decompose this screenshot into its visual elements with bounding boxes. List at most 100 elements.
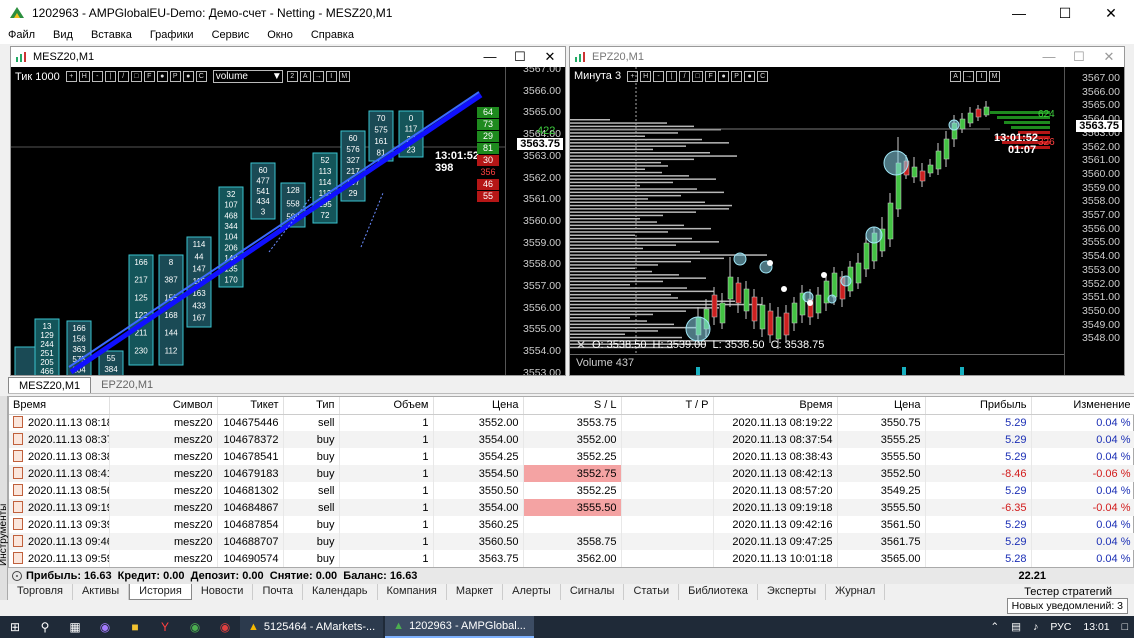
column-header[interactable]: Тип [283,397,340,415]
column-header[interactable]: Цена [837,397,926,415]
arrow-icon[interactable]: → [963,70,975,82]
menu-window[interactable]: Окно [267,29,293,41]
network-icon[interactable]: ▤ [1011,621,1021,633]
bracket-icon[interactable]: I [976,70,988,82]
toolbox-tab[interactable]: Сигналы [561,584,625,600]
auto-icon[interactable]: A [299,71,311,82]
toolbox-side-tab[interactable]: Инструменты [0,396,9,616]
menu-charts[interactable]: Графики [150,29,194,41]
circle-icon[interactable]: ● [718,70,730,82]
task-view-icon[interactable]: ▦ [60,616,90,638]
menu-view[interactable]: Вид [53,29,73,41]
start-icon[interactable]: ⊞ [0,616,30,638]
chrome-icon[interactable]: ◉ [180,616,210,638]
app-icon[interactable]: ◉ [90,616,120,638]
red-app-icon[interactable]: ◉ [210,616,240,638]
taskbar-item-ampglobal[interactable]: ▲ 1202963 - AMPGlobal... [385,616,534,638]
column-header[interactable]: Прибыль [925,397,1032,415]
rect-icon[interactable]: □ [692,70,704,82]
volume-subwindow[interactable]: Volume 437 [570,354,1064,375]
toolbox-tab[interactable]: Библиотека [679,584,758,600]
fibo-icon[interactable]: F [705,70,717,82]
chart-minimize-button[interactable]: — [475,47,505,67]
price-icon[interactable]: P [731,70,743,82]
candle-chart[interactable] [570,67,1064,375]
copy-icon[interactable]: C [757,70,769,82]
chart-maximize-button[interactable]: ☐ [1064,47,1094,67]
strategy-tester-tab[interactable]: Тестер стратегий [1024,586,1112,598]
clock[interactable]: 13:01 [1083,621,1109,633]
chart-close-button[interactable]: ✕ [535,47,565,67]
pin-icon[interactable]: ● [744,70,756,82]
arrow-icon[interactable]: → [312,71,324,82]
minus-icon[interactable]: - [91,71,103,82]
chart-window-epz20[interactable]: EPZ20,M1 — ☐ ✕ Минута 3 + H - | / □ F ● … [569,46,1125,376]
maximize-button[interactable]: ☐ [1042,0,1088,26]
column-header[interactable]: Символ [109,397,218,415]
collapse-icon[interactable]: - [12,571,22,581]
trend-icon[interactable]: / [679,70,691,82]
notification-badge[interactable]: Новых уведомлений: 3 [1006,598,1128,614]
table-row[interactable]: 2020.11.13 08:41:23 mesz20 104679183 buy 1 35… [9,465,1134,482]
menu-insert[interactable]: Вставка [91,29,132,41]
toolbox-tab[interactable]: Календарь [303,584,378,600]
close-button[interactable]: ✕ [1088,0,1134,26]
plus-icon[interactable]: + [65,71,77,82]
auto-icon[interactable]: A [950,70,962,82]
chart-tab-epz20[interactable]: EPZ20,M1 [91,377,163,393]
copy-icon[interactable]: C [195,71,207,82]
pin-icon[interactable]: ● [182,71,194,82]
tray-chevron-icon[interactable]: ⌃ [990,621,999,633]
plus-icon[interactable]: + [627,70,639,82]
price-axis[interactable]: 3567.003566.003565.003564.003563.003562.… [505,67,565,375]
toolbox-tab[interactable]: Журнал [826,584,886,600]
column-header[interactable]: T / P [621,397,714,415]
column-header[interactable]: S / L [523,397,622,415]
column-header[interactable]: Цена [433,397,524,415]
table-row[interactable]: 2020.11.13 08:37:23 mesz20 104678372 buy 1 35… [9,431,1134,448]
m-icon[interactable]: M [989,70,1001,82]
column-header[interactable]: Изменение [1031,397,1134,415]
table-row[interactable]: 2020.11.13 09:19:01 mesz20 104684867 sell 1 3… [9,499,1134,516]
toolbox-tab[interactable]: Компания [378,584,447,600]
taskbar-item-amarkets[interactable]: ▲ 5125464 - AMarkets-... [240,616,384,638]
column-header[interactable]: Объем [339,397,434,415]
chart-window-mesz20[interactable]: MESZ20,M1 — ☐ ✕ Тик 1000 + H - | / □ F ●… [10,46,566,376]
chart-maximize-button[interactable]: ☐ [505,47,535,67]
minimize-button[interactable]: — [996,0,1042,26]
circle-icon[interactable]: ● [156,71,168,82]
volume-icon[interactable]: ♪ [1033,621,1038,633]
toolbox-tab[interactable]: История [129,584,192,600]
yandex-icon[interactable]: Y [150,616,180,638]
bracket-icon[interactable]: I [325,71,337,82]
price-icon[interactable]: P [169,71,181,82]
toolbox-tab[interactable]: Маркет [447,584,504,600]
chart-plot-area[interactable]: Минута 3 + H - | / □ F ● P ● C A → I M 1… [570,67,1124,375]
volume-select[interactable]: volume ▼ [212,70,283,83]
price-axis[interactable]: 3567.003566.003565.003564.003563.003562.… [1064,67,1124,375]
vline-icon[interactable]: | [104,71,116,82]
toolbox-tab[interactable]: Почта [253,584,303,600]
toolbox-tab[interactable]: Статьи [624,584,680,600]
chart-close-button[interactable]: ✕ [1094,47,1124,67]
fibo-icon[interactable]: F [143,71,155,82]
column-header[interactable]: Тикет [217,397,284,415]
chart-minimize-button[interactable]: — [1034,47,1064,67]
notifications-icon[interactable]: □ [1122,621,1128,633]
trend-icon[interactable]: / [117,71,129,82]
column-header[interactable]: Время [713,397,838,415]
table-row[interactable]: 2020.11.13 08:38:23 mesz20 104678541 buy 1 35… [9,448,1134,465]
m-icon[interactable]: M [338,71,350,82]
hline-icon[interactable]: H [78,71,90,82]
chart-tab-mesz20[interactable]: MESZ20,M1 [8,377,92,393]
hline-icon[interactable]: H [640,70,652,82]
toolbox-tab[interactable]: Алерты [503,584,561,600]
folder-icon[interactable]: ■ [120,616,150,638]
vline-icon[interactable]: | [666,70,678,82]
menu-help[interactable]: Справка [311,29,354,41]
search-icon[interactable]: ⚲ [30,616,60,638]
toolbox-tab[interactable]: Эксперты [758,584,827,600]
table-row[interactable]: 2020.11.13 09:59:09 mesz20 104690574 buy 1 35… [9,550,1134,567]
rect-icon[interactable]: □ [130,71,142,82]
chart-plot-area[interactable]: Тик 1000 + H - | / □ F ● P ● C volume ▼ 2… [11,67,565,375]
